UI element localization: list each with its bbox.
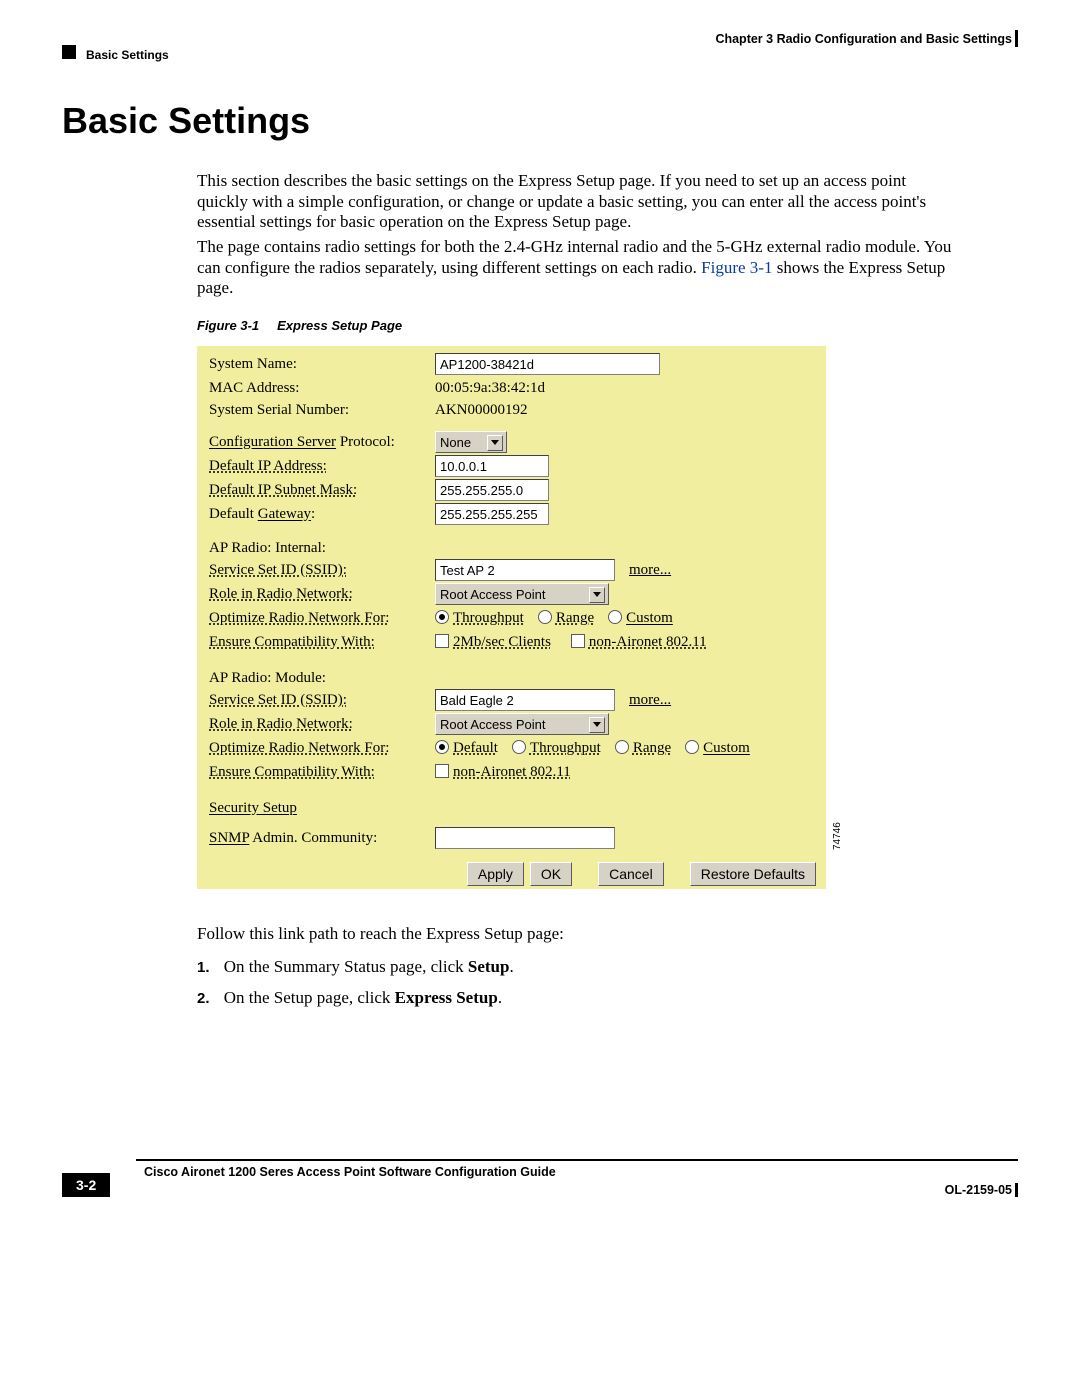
radio-range-int[interactable]: Range [538,610,594,627]
row-serial: System Serial Number: AKN00000192 [209,398,816,422]
footer-doc-number: OL-2159-05 [945,1183,1012,1197]
footer-rule [136,1159,1018,1161]
label-role-mod: Role in Radio Network: [209,716,435,733]
checkbox-nonaironet-int[interactable]: non-Aironet 802.11 [571,634,707,651]
input-ssid-int[interactable]: Test AP 2 [435,559,615,581]
input-default-gw[interactable]: 255.255.255.255 [435,503,549,525]
footer-page-number: 3-2 [62,1173,110,1197]
radio-custom-mod[interactable]: Custom [685,740,750,757]
value-mac: 00:05:9a:38:42:1d [435,380,545,397]
label-role-int: Role in Radio Network: [209,586,435,603]
select-cfg-proto[interactable]: None [435,431,507,453]
input-system-name[interactable]: AP1200-38421d [435,353,660,375]
label-ap-module: AP Radio: Module: [209,670,435,687]
label-serial: System Serial Number: [209,402,435,419]
figure-title: Express Setup Page [277,318,402,333]
label-cfg-proto: Configuration Server Protocol: [209,434,435,451]
row-optimize-mod: Optimize Radio Network For: Default Thro… [209,736,816,760]
intro-paragraph-1: This section describes the basic setting… [197,171,957,233]
label-default-mask: Default IP Subnet Mask: [209,482,435,499]
checkbox-2mb-int[interactable]: 2Mb/sec Clients [435,634,551,651]
step-2: 2. On the Setup page, click Express Setu… [197,988,502,1008]
row-optimize-int: Optimize Radio Network For: Throughput R… [209,606,816,630]
step-1-text-a: On the Summary Status page, click [224,957,468,976]
label-ssid-mod: Service Set ID (SSID): [209,692,435,709]
row-ssid-int: Service Set ID (SSID): Test AP 2 more... [209,558,816,582]
value-serial: AKN00000192 [435,402,528,419]
intro-paragraph-2: The page contains radio settings for bot… [197,237,957,299]
row-system-name: System Name: AP1200-38421d [209,352,816,376]
step-2-number: 2. [197,990,210,1007]
cancel-button[interactable]: Cancel [598,862,664,886]
checkbox-nonaironet-mod[interactable]: non-Aironet 802.11 [435,764,571,781]
row-role-int: Role in Radio Network: Root Access Point [209,582,816,606]
select-role-mod[interactable]: Root Access Point [435,713,609,735]
step-2-bold: Express Setup [395,988,498,1007]
header-chapter: Chapter 3 Radio Configuration and Basic … [715,32,1012,46]
page-footer: Cisco Aironet 1200 Seres Access Point So… [62,1159,1018,1209]
label-system-name: System Name: [209,356,435,373]
footer-right-bar [1015,1183,1018,1197]
label-ap-internal: AP Radio: Internal: [209,540,435,557]
step-1: 1. On the Summary Status page, click Set… [197,957,514,977]
row-snmp: SNMP Admin. Community: [209,826,816,850]
label-snmp: SNMP Admin. Community: [209,830,435,847]
radio-custom-int[interactable]: Custom [608,610,673,627]
row-default-gw: Default Gateway: 255.255.255.255 [209,502,816,526]
radio-default-mod[interactable]: Default [435,740,498,757]
figure-caption: Figure 3-1 Express Setup Page [197,318,402,333]
header-right-bar [1015,30,1018,47]
input-ssid-mod[interactable]: Bald Eagle 2 [435,689,615,711]
select-role-int[interactable]: Root Access Point [435,583,609,605]
step-2-text-c: . [498,988,502,1007]
figure-reference-link[interactable]: Figure 3-1 [701,258,772,277]
row-role-mod: Role in Radio Network: Root Access Point [209,712,816,736]
figure-image-id: 74746 [832,822,843,850]
input-default-ip[interactable]: 10.0.0.1 [435,455,549,477]
radio-throughput-mod[interactable]: Throughput [512,740,601,757]
header-section: Basic Settings [86,48,169,62]
step-1-text-c: . [509,957,513,976]
row-default-mask: Default IP Subnet Mask: 255.255.255.0 [209,478,816,502]
input-snmp-community[interactable] [435,827,615,849]
input-default-mask[interactable]: 255.255.255.0 [435,479,549,501]
link-more-int[interactable]: more... [629,562,671,579]
apply-button[interactable]: Apply [467,862,524,886]
button-row: Apply OK Cancel Restore Defaults [461,862,816,886]
row-compat-mod: Ensure Compatibility With: non-Aironet 8… [209,760,816,784]
express-setup-figure: System Name: AP1200-38421d MAC Address: … [197,346,826,889]
label-compat-mod: Ensure Compatibility With: [209,764,435,781]
header-left-square [62,45,76,59]
row-cfg-proto: Configuration Server Protocol: None [209,430,816,454]
row-ap-module-heading: AP Radio: Module: [209,666,816,690]
label-compat-int: Ensure Compatibility With: [209,634,435,651]
row-security-setup[interactable]: Security Setup [209,796,816,820]
row-compat-int: Ensure Compatibility With: 2Mb/sec Clien… [209,630,816,654]
label-ssid-int: Service Set ID (SSID): [209,562,435,579]
footer-guide-title: Cisco Aironet 1200 Seres Access Point So… [144,1165,556,1179]
label-mac: MAC Address: [209,380,435,397]
figure-number: Figure 3-1 [197,318,259,333]
row-mac: MAC Address: 00:05:9a:38:42:1d [209,376,816,400]
label-optimize-int: Optimize Radio Network For: [209,610,435,627]
ok-button[interactable]: OK [530,862,572,886]
link-more-mod[interactable]: more... [629,692,671,709]
radio-range-mod[interactable]: Range [615,740,671,757]
label-optimize-mod: Optimize Radio Network For: [209,740,435,757]
step-1-bold: Setup [468,957,510,976]
link-security-setup[interactable]: Security Setup [209,800,435,817]
step-2-text-a: On the Setup page, click [224,988,395,1007]
restore-defaults-button[interactable]: Restore Defaults [690,862,816,886]
row-default-ip: Default IP Address: 10.0.0.1 [209,454,816,478]
row-ap-internal-heading: AP Radio: Internal: [209,536,816,560]
label-default-gw: Default Gateway: [209,506,435,523]
follow-paragraph: Follow this link path to reach the Expre… [197,924,957,945]
radio-throughput-int[interactable]: Throughput [435,610,524,627]
step-1-number: 1. [197,959,210,976]
row-ssid-mod: Service Set ID (SSID): Bald Eagle 2 more… [209,688,816,712]
page-title: Basic Settings [62,100,310,142]
label-default-ip: Default IP Address: [209,458,435,475]
